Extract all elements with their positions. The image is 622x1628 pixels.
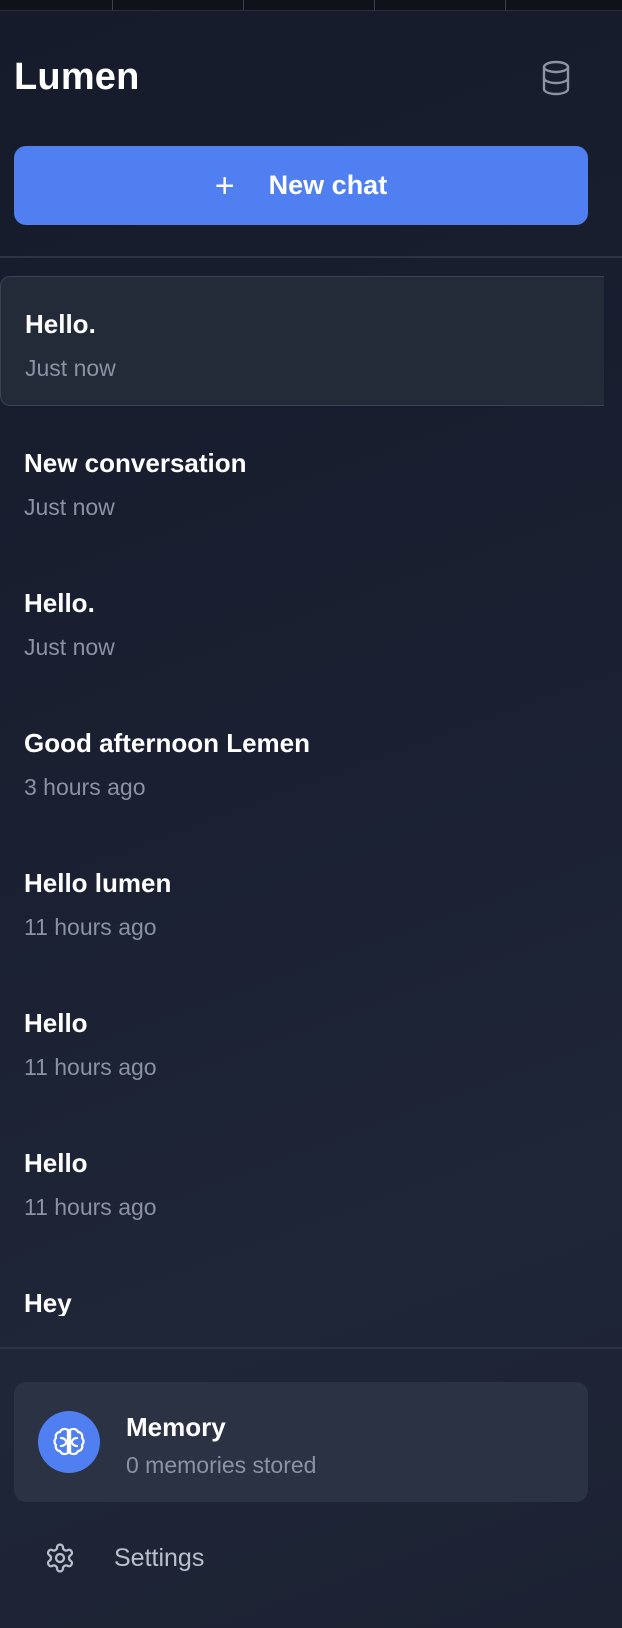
- settings-label: Settings: [114, 1543, 205, 1572]
- plus-icon: +: [214, 166, 235, 205]
- chat-list-item-active[interactable]: Hello. Just now: [0, 276, 604, 406]
- gear-icon: [44, 1542, 76, 1574]
- brain-icon: [38, 1411, 100, 1473]
- chat-timestamp: Just now: [24, 494, 115, 520]
- memory-title: Memory: [126, 1412, 226, 1442]
- chat-list-item[interactable]: New conversation Just now: [0, 416, 604, 546]
- chat-title: Hello lumen: [24, 868, 172, 898]
- new-chat-label: New chat: [268, 170, 388, 200]
- chat-timestamp: 11 hours ago: [24, 914, 157, 940]
- top-strip-separator: [374, 0, 375, 10]
- chat-timestamp: 11 hours ago: [24, 1054, 157, 1080]
- top-strip-separator: [243, 0, 244, 10]
- header-divider: [0, 256, 622, 258]
- memory-count: 0 memories stored: [126, 1452, 317, 1478]
- chat-title: Good afternoon Lemen: [24, 728, 310, 758]
- chat-title: Hello: [24, 1008, 88, 1038]
- chat-timestamp: 3 hours ago: [24, 774, 146, 800]
- chat-list[interactable]: Hello. Just now New conversation Just no…: [0, 276, 606, 1316]
- chat-title: New conversation: [24, 448, 247, 478]
- chat-list-item[interactable]: Hello 11 hours ago: [0, 1116, 604, 1246]
- new-chat-button[interactable]: + New chat: [14, 146, 588, 225]
- chat-timestamp: Just now: [24, 634, 115, 660]
- chat-list-item[interactable]: Hello 11 hours ago: [0, 976, 604, 1106]
- chat-list-item[interactable]: Hey: [0, 1256, 604, 1316]
- window-top-strip: [0, 0, 622, 11]
- chat-list-item[interactable]: Hello lumen 11 hours ago: [0, 836, 604, 966]
- memory-card[interactable]: Memory 0 memories stored: [14, 1382, 588, 1502]
- chat-list-item[interactable]: Good afternoon Lemen 3 hours ago: [0, 696, 604, 826]
- chat-title: Hey: [24, 1288, 72, 1316]
- app-title: Lumen: [14, 56, 140, 98]
- top-strip-separator: [112, 0, 113, 10]
- chat-timestamp: Just now: [25, 355, 116, 381]
- chat-timestamp: 11 hours ago: [24, 1194, 157, 1220]
- database-icon[interactable]: [540, 60, 572, 96]
- chat-list-item[interactable]: Hello. Just now: [0, 556, 604, 686]
- chat-title: Hello.: [25, 309, 96, 339]
- chat-title: Hello: [24, 1148, 88, 1178]
- settings-button[interactable]: Settings: [44, 1536, 204, 1580]
- footer-divider: [0, 1347, 622, 1349]
- chat-title: Hello.: [24, 588, 95, 618]
- top-strip-separator: [505, 0, 506, 10]
